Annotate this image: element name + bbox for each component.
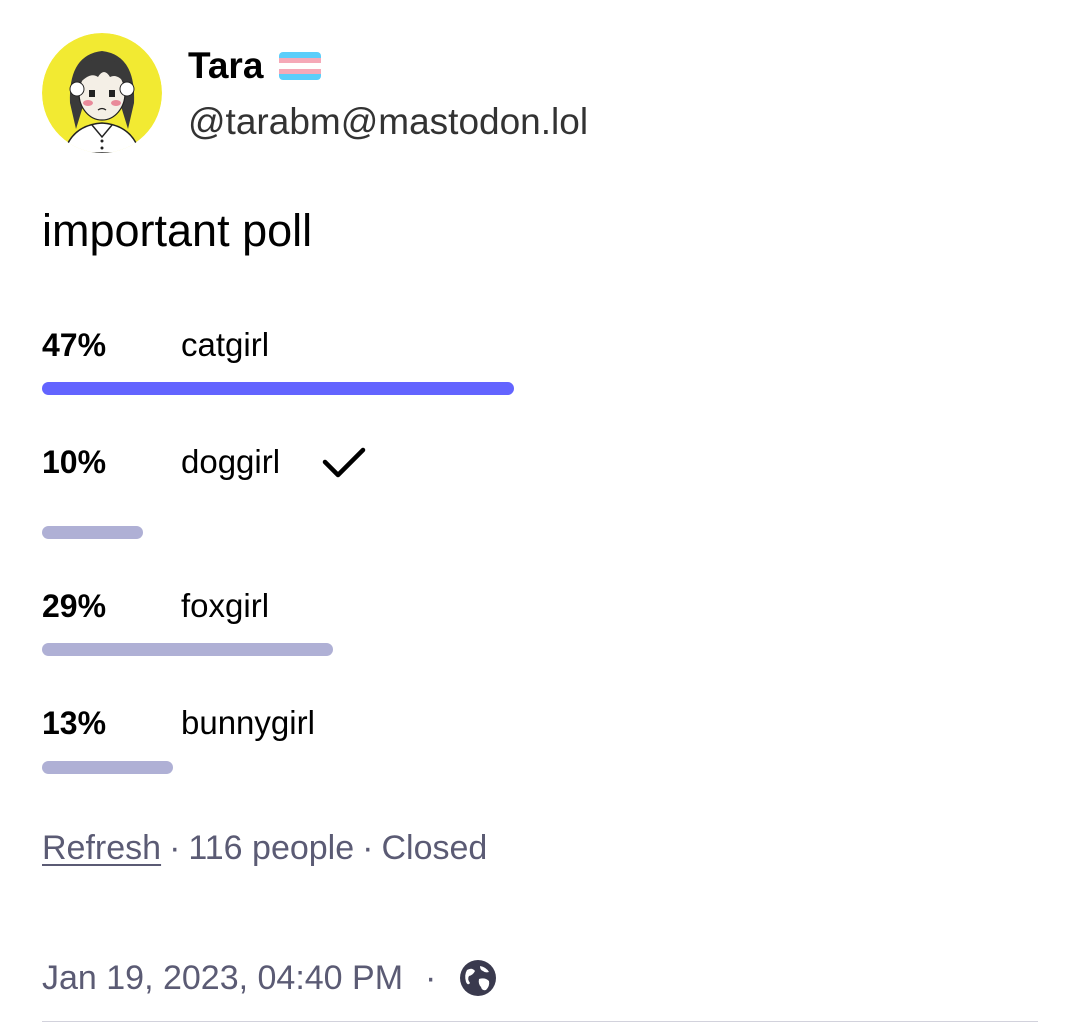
divider <box>42 1021 1038 1022</box>
poll-status: Closed <box>381 829 488 867</box>
poll-option-label-text: catgirl <box>181 326 270 363</box>
poll-option-percent: 47% <box>42 327 107 363</box>
author-display-name[interactable]: Tara <box>188 44 322 88</box>
poll-option-label-text: bunnygirl <box>181 704 315 741</box>
transgender-flag-icon <box>279 52 322 80</box>
poll-option-label: doggirl <box>181 442 368 482</box>
poll-option: 47% catgirl <box>0 325 1080 395</box>
poll-option-percent: 10% <box>42 444 107 480</box>
poll-voter-count: 116 people <box>188 829 355 867</box>
checkmark-icon <box>322 447 366 478</box>
poll-option-bar <box>42 643 333 656</box>
poll-option-percent: 13% <box>42 705 107 741</box>
separator: · <box>169 829 181 867</box>
poll-footer: Refresh · 116 people · Closed <box>42 828 487 868</box>
globe-icon[interactable] <box>458 958 498 998</box>
poll-option-bar <box>42 382 514 395</box>
post-meta: Jan 19, 2023, 04:40 PM · <box>42 956 498 1000</box>
poll-option: 10% doggirl <box>0 442 1080 539</box>
post-content: important poll <box>42 205 313 256</box>
author-handle[interactable]: @tarabm@mastodon.lol <box>188 100 588 144</box>
poll-option-bar <box>42 526 143 539</box>
poll-option-label: foxgirl <box>181 586 269 626</box>
poll-option: 29% foxgirl <box>0 586 1080 656</box>
avatar[interactable] <box>42 33 162 153</box>
post-timestamp[interactable]: Jan 19, 2023, 04:40 PM <box>42 956 403 1000</box>
poll-option-label: bunnygirl <box>181 703 315 743</box>
poll-option-percent: 29% <box>42 588 107 624</box>
refresh-button[interactable]: Refresh <box>42 829 161 867</box>
display-name-text: Tara <box>188 45 264 86</box>
poll-option-label-text: doggirl <box>181 443 281 480</box>
separator: · <box>425 959 437 997</box>
poll-option: 13% bunnygirl <box>0 703 1080 774</box>
avatar-illustration-icon <box>42 33 162 153</box>
poll-option-label-text: foxgirl <box>181 587 270 624</box>
flag-stripe-blue <box>279 74 322 80</box>
separator: · <box>362 829 374 867</box>
poll-option-label: catgirl <box>181 325 269 365</box>
poll-option-bar <box>42 761 173 774</box>
